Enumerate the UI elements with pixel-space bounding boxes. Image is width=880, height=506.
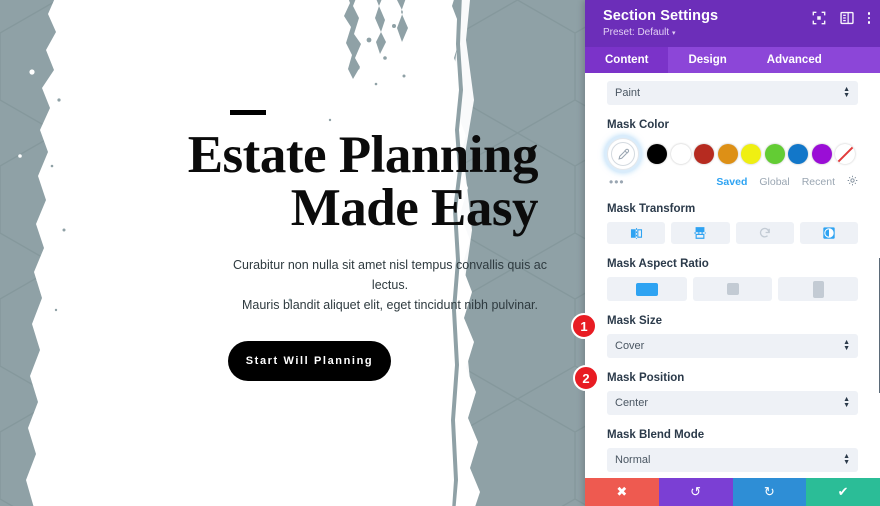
mask-blend-mode-select[interactable]: Normal ▲ ▼ (607, 448, 858, 472)
panel-tabs: Content Design Advanced (585, 47, 880, 73)
page-title: Estate Planning Made Easy (40, 129, 560, 235)
callout-badge-2: 2 (573, 365, 599, 391)
mask-aspect-ratio-field: Mask Aspect Ratio (585, 258, 880, 270)
hero-accent-bar (230, 110, 266, 115)
mask-position-field: Mask Position Center ▲ ▼ (585, 372, 880, 415)
undo-button[interactable]: ↺ (658, 478, 733, 506)
swatch-orange-gold[interactable] (717, 144, 738, 164)
mask-size-label: Mask Size (607, 315, 662, 327)
stepper-arrows-icon: ▲ ▼ (843, 396, 850, 409)
hero-subtitle-line2: Mauris blandit aliquet elit, eget tincid… (241, 298, 538, 312)
more-vertical-icon[interactable] (867, 12, 870, 24)
portrait-icon (812, 280, 824, 298)
mask-position-select[interactable]: Center ▲ ▼ (607, 391, 858, 415)
save-button[interactable]: ✔ (806, 478, 880, 506)
section-settings-panel: Section Settings Preset: Default ▾ Conte… (585, 0, 880, 506)
mask-blend-mode-field: Mask Blend Mode Normal ▲ ▼ (585, 429, 880, 472)
invert-button[interactable] (799, 222, 858, 244)
hero-title-line2: Made Easy (290, 179, 539, 237)
start-will-planning-button[interactable]: Start Will Planning (228, 341, 391, 381)
paint-field: Paint ▲ ▼ (585, 73, 880, 105)
mask-transform-label: Mask Transform (607, 203, 696, 215)
paint-value: Paint (615, 87, 641, 99)
swatch-black[interactable] (647, 144, 667, 164)
tab-design[interactable]: Design (668, 47, 746, 73)
swatch-brick-red[interactable] (694, 144, 714, 164)
flip-horizontal-button[interactable] (607, 222, 666, 244)
color-tab-recent[interactable]: Recent (802, 176, 835, 188)
landscape-icon (635, 282, 658, 296)
aspect-square-button[interactable] (692, 277, 773, 301)
panel-body: Paint ▲ ▼ Mask Color ••• Saved Global Re… (585, 73, 880, 478)
mask-size-value: Cover (615, 340, 645, 352)
mask-blend-mode-label: Mask Blend Mode (607, 429, 705, 441)
paint-select[interactable]: Paint ▲ ▼ (607, 81, 858, 105)
preset-label: Preset: Default (603, 27, 670, 38)
mask-aspect-ratio-buttons (585, 277, 880, 301)
focus-target-icon[interactable] (812, 11, 826, 25)
color-tab-global[interactable]: Global (759, 176, 789, 188)
mask-aspect-ratio-label: Mask Aspect Ratio (607, 258, 709, 270)
color-tab-saved[interactable]: Saved (716, 176, 747, 188)
screen: Estate Planning Made Easy Curabitur non … (0, 0, 880, 506)
stepper-arrows-icon: ▲ ▼ (843, 86, 850, 99)
swatch-transparent[interactable] (835, 144, 855, 164)
mask-color-field: Mask Color (585, 119, 880, 131)
mask-size-field: Mask Size Cover ▲ ▼ (585, 315, 880, 358)
cancel-button[interactable]: ✖ (585, 478, 659, 506)
stepper-arrows-icon: ▲ ▼ (843, 453, 850, 466)
mask-position-label: Mask Position (607, 372, 685, 384)
swatch-purple[interactable] (811, 144, 832, 164)
swatch-white[interactable] (670, 144, 691, 164)
mask-color-swatches (585, 138, 880, 170)
mask-color-label: Mask Color (607, 119, 669, 131)
panel-action-bar: ✖ ↺ ↻ ✔ (585, 478, 880, 506)
mask-size-select[interactable]: Cover ▲ ▼ (607, 334, 858, 358)
rotate-button[interactable] (735, 222, 794, 244)
hero-subtitle: Curabitur non nulla sit amet nisl tempus… (40, 255, 560, 315)
color-picker-button[interactable] (607, 138, 639, 170)
mask-transform-field: Mask Transform (585, 203, 880, 215)
hero-title-line1: Estate Planning (187, 126, 539, 184)
color-meta-row: ••• Saved Global Recent (585, 173, 880, 189)
redo-button[interactable]: ↻ (732, 478, 807, 506)
tab-content[interactable]: Content (585, 47, 669, 73)
tab-advanced[interactable]: Advanced (747, 47, 842, 73)
swatch-green[interactable] (764, 144, 785, 164)
more-colors-icon[interactable]: ••• (609, 175, 704, 189)
mask-transform-buttons (585, 222, 880, 244)
swatch-blue[interactable] (788, 144, 808, 164)
hero-subtitle-line1: Curabitur non nulla sit amet nisl tempus… (232, 258, 548, 292)
preset-selector[interactable]: Preset: Default ▾ (603, 27, 866, 38)
hero-section: Estate Planning Made Easy Curabitur non … (0, 0, 585, 506)
stepper-arrows-icon: ▲ ▼ (843, 339, 850, 352)
callout-badge-1: 1 (571, 313, 597, 339)
swatch-yellow[interactable] (741, 144, 761, 164)
flip-vertical-button[interactable] (671, 222, 730, 244)
panel-header: Section Settings Preset: Default ▾ (585, 0, 880, 47)
mask-blend-mode-value: Normal (615, 454, 651, 466)
panel-layout-icon[interactable] (839, 11, 854, 25)
chevron-down-icon: ▾ (671, 30, 676, 37)
gear-icon[interactable] (847, 175, 858, 189)
square-icon (726, 283, 739, 295)
mask-position-value: Center (615, 397, 649, 409)
eyedropper-icon (611, 142, 635, 166)
aspect-landscape-button[interactable] (607, 277, 687, 301)
aspect-portrait-button[interactable] (778, 277, 859, 301)
